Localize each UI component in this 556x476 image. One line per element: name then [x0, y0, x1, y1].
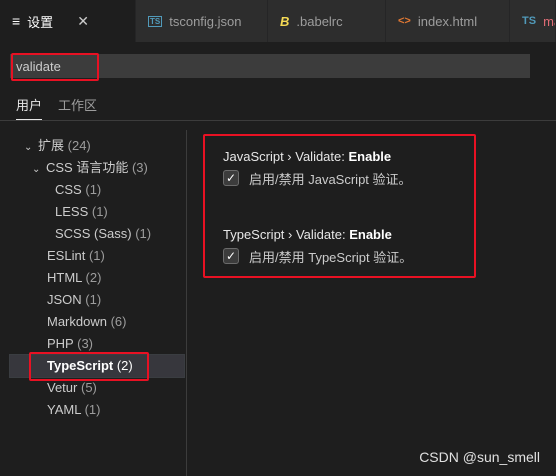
- settings-icon: ≡: [12, 13, 21, 29]
- setting-javascript-validate: ✓ 启用/禁用 JavaScript 验证。: [223, 169, 412, 187]
- setting-description: 启用/禁用 JavaScript 验证。: [249, 171, 412, 187]
- settings-search-box[interactable]: [10, 54, 536, 78]
- tab-user-settings[interactable]: 用户: [16, 95, 43, 120]
- toc-item-typescript[interactable]: TypeScript (2): [47, 355, 133, 377]
- toc-item-eslint[interactable]: ESLint (1): [47, 245, 105, 267]
- tab-label: tsconfig.json: [169, 13, 242, 29]
- tab-settings[interactable]: ≡ 设置 ✕: [0, 0, 136, 42]
- setting-javascript-validate-title: JavaScript › Validate: Enable: [223, 149, 392, 164]
- toc-item-php[interactable]: PHP (3): [47, 333, 93, 355]
- toc-item-html[interactable]: HTML (2): [47, 267, 101, 289]
- toc-item-vetur[interactable]: Vetur (5): [47, 377, 97, 399]
- javascript-validate-checkbox[interactable]: ✓: [223, 170, 239, 186]
- setting-typescript-validate: ✓ 启用/禁用 TypeScript 验证。: [223, 247, 412, 265]
- tab-workspace-settings[interactable]: 工作区: [58, 95, 97, 119]
- typescript-file-icon: TS: [148, 15, 163, 27]
- tab-babelrc[interactable]: B .babelrc: [268, 0, 386, 42]
- tab-tsconfig[interactable]: TS tsconfig.json: [136, 0, 268, 42]
- setting-description: 启用/禁用 TypeScript 验证。: [249, 249, 413, 265]
- tab-partial[interactable]: TS ma: [510, 0, 556, 42]
- search-input[interactable]: [10, 54, 536, 78]
- typescript-validate-checkbox[interactable]: ✓: [223, 248, 239, 264]
- html-file-icon: <>: [398, 15, 411, 27]
- tab-label: .babelrc: [296, 13, 343, 29]
- babel-file-icon: B: [280, 13, 290, 29]
- settings-scope-tabs: 用户 工作区: [0, 92, 556, 120]
- toc-item-css-language[interactable]: ⌄ CSS 语言功能 (3): [32, 157, 148, 179]
- chevron-down-icon: ⌄: [32, 164, 41, 175]
- editor-tab-bar: ≡ 设置 ✕ TS tsconfig.json B .babelrc <> in…: [0, 0, 556, 42]
- toc-item-markdown[interactable]: Markdown (6): [47, 311, 126, 333]
- tab-label: index.html: [417, 13, 478, 29]
- chevron-down-icon: ⌄: [24, 142, 33, 153]
- divider: [0, 120, 556, 121]
- tab-label: ma: [543, 13, 555, 29]
- tab-index-html[interactable]: <> index.html: [386, 0, 510, 42]
- toc-item-yaml[interactable]: YAML (1): [47, 399, 100, 421]
- close-icon[interactable]: ✕: [77, 13, 89, 30]
- watermark: CSDN @sun_smell: [419, 449, 540, 465]
- tab-label: 设置: [27, 14, 54, 30]
- setting-typescript-validate-title: TypeScript › Validate: Enable: [223, 227, 392, 242]
- toc-item-extensions[interactable]: ⌄ 扩展 (24): [24, 135, 91, 157]
- toc-item-scss[interactable]: SCSS (Sass) (1): [55, 223, 151, 245]
- toc-item-less[interactable]: LESS (1): [55, 201, 108, 223]
- toc-item-css[interactable]: CSS (1): [55, 179, 101, 201]
- toc-item-json[interactable]: JSON (1): [47, 289, 101, 311]
- typescript-file-icon: TS: [522, 15, 537, 27]
- toc-sash[interactable]: [186, 130, 187, 476]
